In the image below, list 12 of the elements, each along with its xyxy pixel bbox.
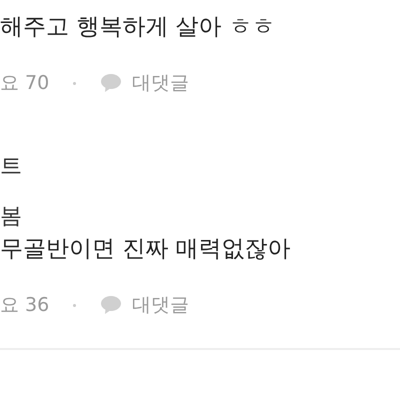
reply-link[interactable]: 대댓글 xyxy=(132,292,190,318)
reply-link[interactable]: 대댓글 xyxy=(132,70,190,96)
separator-dot xyxy=(73,82,76,84)
like-count[interactable]: 요 36 xyxy=(0,292,50,318)
author-name: 트 xyxy=(0,154,22,180)
comment-text: 무골반이면 진짜 매력없잖아 xyxy=(0,235,291,264)
comment-text: 해주고 행복하게 살아 ㅎㅎ xyxy=(0,13,275,42)
speech-bubble-icon[interactable] xyxy=(100,73,122,93)
like-count[interactable]: 요 70 xyxy=(0,70,50,96)
separator-dot xyxy=(73,304,76,306)
speech-bubble-icon[interactable] xyxy=(100,295,122,315)
author-name: 봄 xyxy=(0,204,22,230)
